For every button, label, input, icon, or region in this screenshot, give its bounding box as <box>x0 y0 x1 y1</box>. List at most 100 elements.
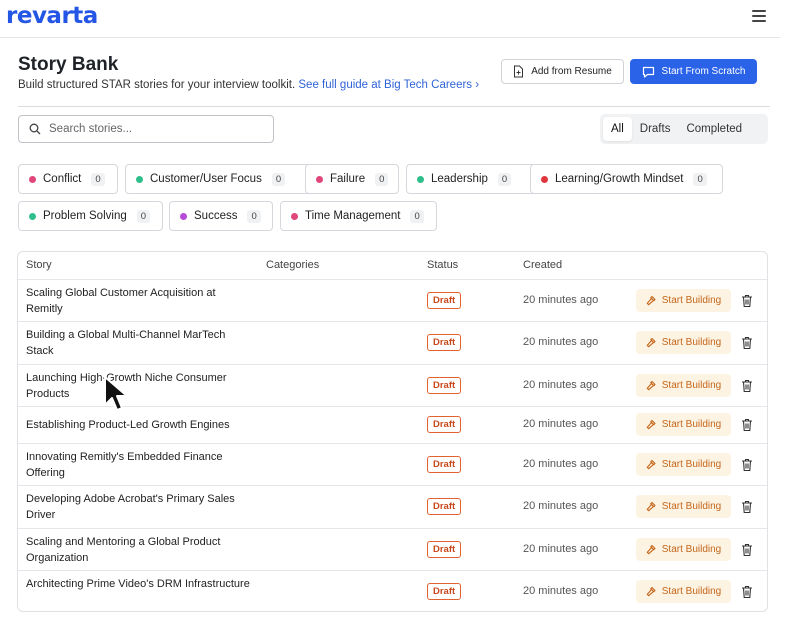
search-input[interactable] <box>49 123 249 135</box>
start-building-button[interactable]: Start Building <box>636 453 731 476</box>
tab-drafts[interactable]: Drafts <box>632 117 679 141</box>
status-filter: All Drafts Completed <box>600 114 768 144</box>
story-title[interactable]: Architecting Prime Video's DRM Infrastru… <box>26 576 251 592</box>
table-row[interactable]: Scaling Global Customer Acquisition at R… <box>18 279 767 321</box>
chip-label: Leadership <box>431 173 488 185</box>
chip-count: 0 <box>136 209 151 223</box>
logo[interactable]: revarta <box>6 3 98 29</box>
category-dot <box>316 175 323 183</box>
column-created: Created <box>523 259 563 271</box>
story-title[interactable]: Establishing Product-Led Growth Engines <box>26 417 326 433</box>
start-building-label: Start Building <box>661 419 722 430</box>
chip-count: 0 <box>271 172 286 186</box>
created-time: 20 minutes ago <box>523 543 599 555</box>
start-building-label: Start Building <box>661 459 722 470</box>
trash-icon[interactable] <box>741 294 753 308</box>
created-time: 20 minutes ago <box>523 418 599 430</box>
guide-link[interactable]: See full guide at Big Tech Careers › <box>298 79 479 91</box>
hammer-icon <box>646 419 656 430</box>
trash-icon[interactable] <box>741 379 753 393</box>
chip-count: 0 <box>91 172 105 186</box>
menu-icon[interactable] <box>752 10 766 22</box>
column-categories: Categories <box>266 259 320 271</box>
status-badge: Draft <box>427 377 462 394</box>
chip-label: Customer/User Focus <box>150 173 262 185</box>
status-badge: Draft <box>427 292 462 309</box>
add-from-resume-label: Add from Resume <box>531 66 612 77</box>
header-divider <box>18 106 770 107</box>
chip-count: 0 <box>375 172 389 186</box>
hammer-icon <box>646 337 656 348</box>
table-row[interactable]: Developing Adobe Acrobat's Primary Sales… <box>18 485 767 528</box>
category-dot <box>541 175 548 183</box>
status-badge: Draft <box>427 456 462 473</box>
created-time: 20 minutes ago <box>523 336 599 348</box>
table-row[interactable]: Innovating Remitly's Embedded Finance Of… <box>18 443 767 485</box>
column-status: Status <box>427 259 459 271</box>
top-bar: revarta <box>0 0 780 38</box>
chip-count: 0 <box>693 172 707 186</box>
chip-leadership[interactable]: Leadership 0 <box>406 164 537 194</box>
created-time: 20 minutes ago <box>523 379 599 391</box>
status-badge: Draft <box>427 334 462 351</box>
chip-label: Time Management <box>305 210 401 222</box>
story-title[interactable]: Launching High-Growth Niche Consumer Pro… <box>26 370 251 402</box>
start-building-button[interactable]: Start Building <box>636 495 731 518</box>
start-building-label: Start Building <box>661 295 722 306</box>
start-building-label: Start Building <box>661 586 722 597</box>
story-title[interactable]: Innovating Remitly's Embedded Finance Of… <box>26 449 251 481</box>
table-row[interactable]: Scaling and Mentoring a Global Product O… <box>18 528 767 570</box>
trash-icon[interactable] <box>741 543 753 557</box>
page-subtitle: Build structured STAR stories for your i… <box>18 79 479 91</box>
chip-time-management[interactable]: Time Management 0 <box>280 201 437 231</box>
created-time: 20 minutes ago <box>523 585 599 597</box>
table-row[interactable]: Launching High-Growth Niche Consumer Pro… <box>18 364 767 406</box>
chip-count: 0 <box>247 209 261 223</box>
chip-label: Problem Solving <box>43 210 127 222</box>
chip-customer-user-focus[interactable]: Customer/User Focus 0 <box>125 164 317 194</box>
add-from-resume-button[interactable]: Add from Resume <box>501 59 624 84</box>
chip-failure[interactable]: Failure 0 <box>305 164 399 194</box>
subtitle-text: Build structured STAR stories for your i… <box>18 79 296 91</box>
category-dot <box>180 212 187 220</box>
table-row[interactable]: Building a Global Multi-Channel MarTech … <box>18 321 767 364</box>
hammer-icon <box>646 459 656 470</box>
start-building-button[interactable]: Start Building <box>636 580 731 603</box>
hammer-icon <box>646 380 656 391</box>
start-building-button[interactable]: Start Building <box>636 374 731 397</box>
start-building-button[interactable]: Start Building <box>636 413 731 436</box>
story-title[interactable]: Scaling Global Customer Acquisition at R… <box>26 285 251 317</box>
chip-success[interactable]: Success 0 <box>169 201 273 231</box>
hammer-icon <box>646 501 656 512</box>
table-row[interactable]: Establishing Product-Led Growth Engines … <box>18 406 767 443</box>
start-building-label: Start Building <box>661 544 722 555</box>
trash-icon[interactable] <box>741 585 753 599</box>
chip-label: Failure <box>330 173 366 185</box>
trash-icon[interactable] <box>741 500 753 514</box>
start-building-button[interactable]: Start Building <box>636 289 731 312</box>
chip-problem-solving[interactable]: Problem Solving 0 <box>18 201 163 231</box>
tab-all[interactable]: All <box>603 117 632 141</box>
start-building-button[interactable]: Start Building <box>636 331 731 354</box>
table-row[interactable]: Architecting Prime Video's DRM Infrastru… <box>18 570 767 611</box>
created-time: 20 minutes ago <box>523 294 599 306</box>
tab-completed[interactable]: Completed <box>678 117 750 141</box>
chip-learning-growth-mindset[interactable]: Learning/Growth Mindset 0 <box>530 164 723 194</box>
trash-icon[interactable] <box>741 458 753 472</box>
story-title[interactable]: Scaling and Mentoring a Global Product O… <box>26 534 251 566</box>
hammer-icon <box>646 295 656 306</box>
trash-icon[interactable] <box>741 418 753 432</box>
start-building-label: Start Building <box>661 380 722 391</box>
category-dot <box>29 212 36 220</box>
trash-icon[interactable] <box>741 336 753 350</box>
status-badge: Draft <box>427 583 462 600</box>
chip-count: 0 <box>497 172 512 186</box>
story-title[interactable]: Developing Adobe Acrobat's Primary Sales… <box>26 491 251 523</box>
start-building-button[interactable]: Start Building <box>636 538 731 561</box>
story-title[interactable]: Building a Global Multi-Channel MarTech … <box>26 327 251 359</box>
search-box[interactable] <box>18 115 274 143</box>
start-from-scratch-button[interactable]: Start From Scratch <box>630 59 757 84</box>
chip-conflict[interactable]: Conflict 0 <box>18 164 118 194</box>
hammer-icon <box>646 544 656 555</box>
chip-label: Conflict <box>43 173 82 185</box>
